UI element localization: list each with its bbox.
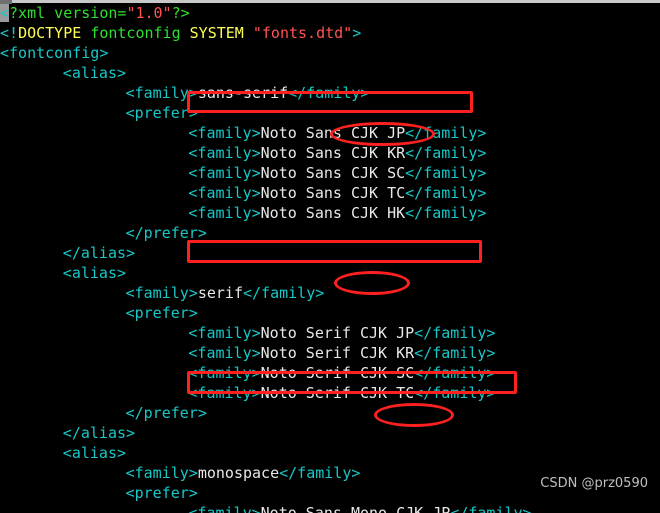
code-token: </family> <box>450 504 532 513</box>
code-token: </family> <box>279 464 361 482</box>
code-line[interactable]: <alias> <box>0 443 660 463</box>
code-token: </family> <box>414 364 496 382</box>
code-token: <alias> <box>62 264 127 282</box>
code-token: <family> <box>188 504 261 513</box>
code-token: Noto Sans CJK HK <box>260 204 406 222</box>
code-token: </prefer> <box>125 404 207 422</box>
code-token: </family> <box>414 324 496 342</box>
code-line[interactable]: <family>Noto Sans CJK HK</family> <box>0 203 660 223</box>
code-token: </family> <box>243 284 325 302</box>
code-token: ?xml version= <box>9 4 127 22</box>
code-token: </family> <box>414 384 496 402</box>
code-token: <family> <box>125 464 198 482</box>
code-token: <family> <box>125 84 198 102</box>
code-token: <family> <box>188 384 261 402</box>
code-line[interactable]: <alias> <box>0 63 660 83</box>
code-line[interactable]: <family>Noto Sans Mono CJK JP</family> <box>0 503 660 513</box>
code-line[interactable]: <prefer> <box>0 303 660 323</box>
code-line[interactable]: </prefer> <box>0 223 660 243</box>
code-token: ?> <box>171 4 190 22</box>
code-token: <family> <box>188 144 261 162</box>
code-token: <prefer> <box>125 484 198 502</box>
code-token: Noto Sans CJK SC <box>260 164 406 182</box>
code-token: "fonts.dtd" <box>252 24 353 42</box>
code-token: "1.0" <box>126 4 172 22</box>
code-token: < <box>0 4 10 22</box>
code-line[interactable]: <alias> <box>0 263 660 283</box>
code-token: </family> <box>288 84 370 102</box>
terminal-screen: <?xml version="1.0"?> <!DOCTYPE fontconfi… <box>0 0 660 513</box>
code-token: <family> <box>188 124 261 142</box>
code-token: <prefer> <box>125 304 198 322</box>
code-line[interactable]: <family>Noto Sans CJK KR</family> <box>0 143 660 163</box>
code-token: <fontconfig> <box>0 44 109 62</box>
watermark-label: CSDN @prz0590 <box>540 476 648 491</box>
code-token: Noto Serif CJK SC <box>260 364 415 382</box>
code-line[interactable]: </prefer> <box>0 403 660 423</box>
code-token: </family> <box>405 184 487 202</box>
code-token: </family> <box>405 124 487 142</box>
code-token: > <box>352 24 362 42</box>
code-token: Noto Sans CJK KR <box>260 144 406 162</box>
code-token: <family> <box>188 324 261 342</box>
code-token: Noto Serif CJK KR <box>260 344 415 362</box>
code-token: </alias> <box>62 424 136 442</box>
code-token: fontconfig <box>90 24 181 42</box>
code-token: <family> <box>188 204 261 222</box>
code-token: <prefer> <box>125 104 198 122</box>
code-token: <alias> <box>62 444 127 462</box>
code-token: monospace <box>197 464 280 482</box>
code-token: </family> <box>405 144 487 162</box>
code-line[interactable]: <family>Noto Sans CJK SC</family> <box>0 163 660 183</box>
code-token: SYSTEM <box>189 24 244 42</box>
code-line[interactable]: <family>Noto Serif CJK JP</family> <box>0 323 660 343</box>
code-token: Noto Sans CJK TC <box>260 184 406 202</box>
code-line[interactable]: </alias> <box>0 423 660 443</box>
code-token: <family> <box>125 284 198 302</box>
code-token: <family> <box>188 344 261 362</box>
code-token: <! <box>0 24 19 42</box>
code-line[interactable]: <family>Noto Sans CJK JP</family> <box>0 123 660 143</box>
code-token: Noto Sans CJK JP <box>260 124 406 142</box>
code-line[interactable]: <!DOCTYPE fontconfig SYSTEM "fonts.dtd"> <box>0 23 660 43</box>
code-line[interactable]: <family>sans-serif</family> <box>0 83 660 103</box>
code-line[interactable]: <family>Noto Serif CJK KR</family> <box>0 343 660 363</box>
code-line[interactable]: <family>serif</family> <box>0 283 660 303</box>
code-line[interactable]: <?xml version="1.0"?> <box>0 3 660 23</box>
code-token: <alias> <box>62 64 127 82</box>
code-editor-content[interactable]: <?xml version="1.0"?> <!DOCTYPE fontconfi… <box>0 3 660 513</box>
code-token: </family> <box>405 204 487 222</box>
code-token: sans-serif <box>197 84 289 102</box>
code-token: </alias> <box>62 244 136 262</box>
code-token: Noto Serif CJK TC <box>260 384 415 402</box>
code-token: Noto Serif CJK JP <box>260 324 415 342</box>
code-token: </family> <box>405 164 487 182</box>
code-token: <family> <box>188 364 261 382</box>
code-token: serif <box>197 284 243 302</box>
code-token: DOCTYPE <box>18 24 82 42</box>
code-line[interactable]: <family>Noto Serif CJK TC</family> <box>0 383 660 403</box>
code-line[interactable]: <prefer> <box>0 103 660 123</box>
code-line[interactable]: </alias> <box>0 243 660 263</box>
code-line[interactable]: <family>Noto Sans CJK TC</family> <box>0 183 660 203</box>
code-token: <family> <box>188 164 261 182</box>
code-token: Noto Sans Mono CJK JP <box>260 504 451 513</box>
code-line[interactable]: <family>Noto Serif CJK SC</family> <box>0 363 660 383</box>
code-line[interactable]: <fontconfig> <box>0 43 660 63</box>
code-token: </prefer> <box>125 224 207 242</box>
code-token: <family> <box>188 184 261 202</box>
code-token: </family> <box>414 344 496 362</box>
